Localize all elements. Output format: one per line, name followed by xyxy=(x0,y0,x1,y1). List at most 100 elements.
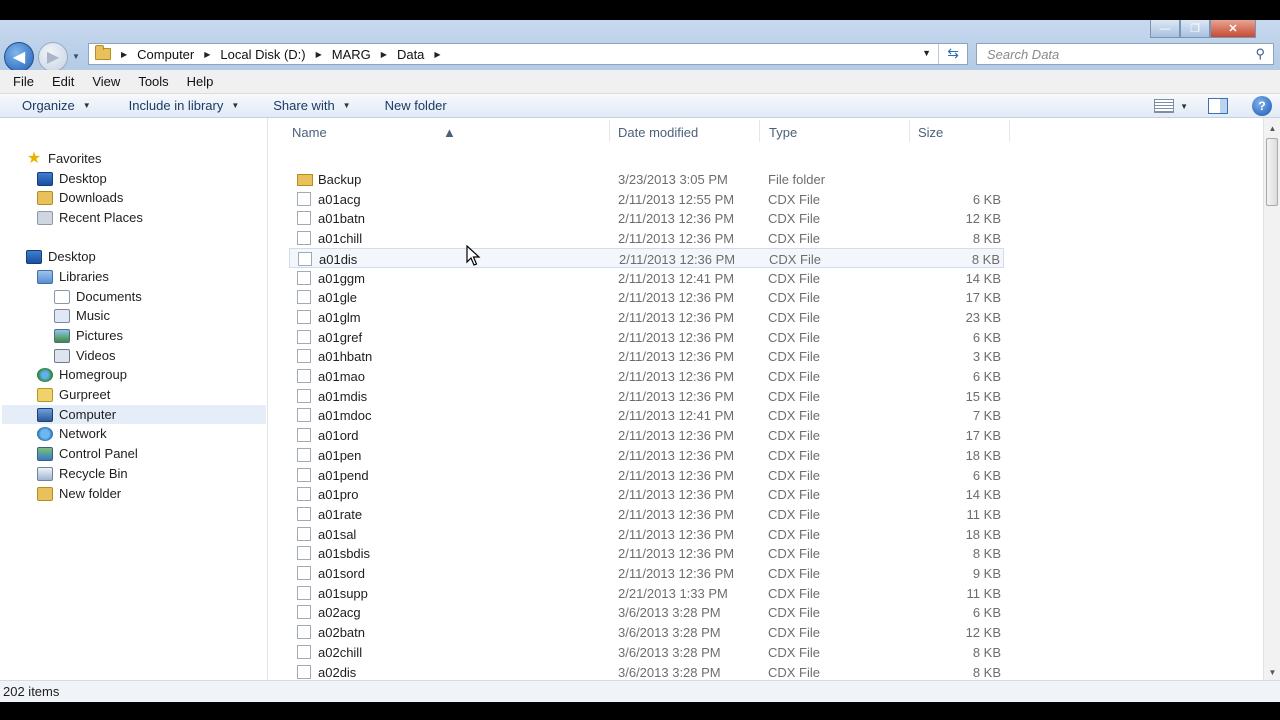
menu-edit[interactable]: Edit xyxy=(43,74,83,89)
nav-desktop[interactable]: Desktop xyxy=(26,247,96,266)
file-row[interactable]: a01sord 2/11/2013 12:36 PM CDX File 9 KB xyxy=(289,563,1004,583)
nav-control-panel[interactable]: Control Panel xyxy=(37,444,138,463)
scroll-down-icon[interactable]: ▼ xyxy=(1264,664,1280,680)
file-row[interactable]: a01hbatn 2/11/2013 12:36 PM CDX File 3 KB xyxy=(289,346,1004,366)
nav-computer[interactable]: Computer xyxy=(2,405,266,424)
file-icon xyxy=(297,585,311,600)
breadcrumb-computer[interactable]: Computer xyxy=(137,47,194,62)
file-type: CDX File xyxy=(768,506,821,522)
folder-icon xyxy=(37,486,53,501)
column-divider[interactable] xyxy=(759,120,760,142)
maximize-button[interactable]: ❐ xyxy=(1180,20,1210,38)
user-folder-icon xyxy=(37,387,53,402)
scroll-up-icon[interactable]: ▲ xyxy=(1264,120,1280,136)
chevron-right-icon[interactable]: ▶ xyxy=(381,50,387,59)
file-row[interactable]: a01acg 2/11/2013 12:55 PM CDX File 6 KB xyxy=(289,189,1004,209)
file-row[interactable]: a01glm 2/11/2013 12:36 PM CDX File 23 KB xyxy=(289,307,1004,327)
file-row[interactable]: a01ord 2/11/2013 12:36 PM CDX File 17 KB xyxy=(289,425,1004,445)
search-input[interactable]: Search Data ⚲ xyxy=(976,43,1274,65)
file-row[interactable]: a01sbdis 2/11/2013 12:36 PM CDX File 8 KB xyxy=(289,543,1004,563)
file-row[interactable]: a01pen 2/11/2013 12:36 PM CDX File 18 KB xyxy=(289,445,1004,465)
recent-pages-dropdown[interactable]: ▼ xyxy=(72,52,80,61)
menu-help[interactable]: Help xyxy=(178,74,223,89)
chevron-down-icon[interactable]: ▼ xyxy=(1180,102,1188,111)
nav-downloads[interactable]: Downloads xyxy=(37,188,123,207)
close-button[interactable]: ✕ xyxy=(1210,20,1256,38)
nav-new-folder[interactable]: New folder xyxy=(37,484,121,503)
file-row[interactable]: a01supp 2/21/2013 1:33 PM CDX File 11 KB xyxy=(289,583,1004,603)
file-row[interactable]: a01mao 2/11/2013 12:36 PM CDX File 6 KB xyxy=(289,366,1004,386)
chevron-right-icon[interactable]: ▶ xyxy=(204,50,210,59)
file-row[interactable]: a01rate 2/11/2013 12:36 PM CDX File 11 KB xyxy=(289,504,1004,524)
vertical-scrollbar[interactable]: ▲ ▼ xyxy=(1263,118,1280,680)
nav-label: Desktop xyxy=(59,171,107,186)
column-type[interactable]: Type xyxy=(769,125,797,140)
file-row[interactable]: a02dis 3/6/2013 3:28 PM CDX File 8 KB xyxy=(289,662,1004,681)
back-button[interactable]: ◀ xyxy=(4,42,34,72)
menu-tools[interactable]: Tools xyxy=(129,74,177,89)
file-row[interactable]: a02acg 3/6/2013 3:28 PM CDX File 6 KB xyxy=(289,602,1004,622)
breadcrumb-marg[interactable]: MARG xyxy=(332,47,371,62)
file-date-modified: 2/21/2013 1:33 PM xyxy=(618,585,728,601)
search-icon[interactable]: ⚲ xyxy=(1255,46,1265,62)
file-row[interactable]: a02batn 3/6/2013 3:28 PM CDX File 12 KB xyxy=(289,622,1004,642)
change-view-icon[interactable] xyxy=(1154,99,1175,113)
column-size[interactable]: Size xyxy=(918,125,943,140)
nav-homegroup[interactable]: Homegroup xyxy=(37,365,127,384)
file-row[interactable]: a01pend 2/11/2013 12:36 PM CDX File 6 KB xyxy=(289,465,1004,485)
preview-pane-icon[interactable] xyxy=(1208,98,1228,114)
nav-videos[interactable]: Videos xyxy=(54,346,116,365)
menu-file[interactable]: File xyxy=(4,74,43,89)
breadcrumb-local-disk[interactable]: Local Disk (D:) xyxy=(220,47,305,62)
chevron-right-icon[interactable]: ▶ xyxy=(316,50,322,59)
file-icon xyxy=(297,546,311,561)
nav-desktop-favorite[interactable]: Desktop xyxy=(37,169,107,188)
address-field[interactable]: ▶ Computer ▶ Local Disk (D:) ▶ MARG ▶ Da… xyxy=(88,43,968,65)
file-row[interactable]: a01batn 2/11/2013 12:36 PM CDX File 12 KB xyxy=(289,208,1004,228)
breadcrumb-data[interactable]: Data xyxy=(397,47,424,62)
file-row[interactable]: a01ggm 2/11/2013 12:41 PM CDX File 14 KB xyxy=(289,268,1004,288)
column-divider[interactable] xyxy=(909,120,910,142)
organize-button[interactable]: Organize ▼ xyxy=(0,98,99,113)
share-with-button[interactable]: Share with ▼ xyxy=(247,98,358,113)
scroll-thumb[interactable] xyxy=(1266,138,1278,206)
chevron-right-icon[interactable]: ▶ xyxy=(434,50,440,59)
file-row[interactable]: a01chill 2/11/2013 12:36 PM CDX File 8 KB xyxy=(289,228,1004,248)
chevron-right-icon[interactable]: ▶ xyxy=(121,50,127,59)
column-date-modified[interactable]: Date modified xyxy=(618,125,698,140)
file-row[interactable]: a01mdis 2/11/2013 12:36 PM CDX File 15 KB xyxy=(289,386,1004,406)
forward-button[interactable]: ▶ xyxy=(38,42,68,72)
new-folder-button[interactable]: New folder xyxy=(359,98,455,113)
nav-recycle-bin[interactable]: Recycle Bin xyxy=(37,464,128,483)
file-name: a02acg xyxy=(318,605,361,621)
file-row[interactable]: a01mdoc 2/11/2013 12:41 PM CDX File 7 KB xyxy=(289,405,1004,425)
nav-documents[interactable]: Documents xyxy=(54,287,142,306)
nav-libraries[interactable]: Libraries xyxy=(37,267,109,286)
folder-row[interactable]: Backup 3/23/2013 3:05 PM File folder xyxy=(289,169,1004,189)
nav-network[interactable]: Network xyxy=(37,424,107,443)
nav-recent-places[interactable]: Recent Places xyxy=(37,208,143,227)
minimize-button[interactable]: — xyxy=(1150,20,1180,38)
file-size: 12 KB xyxy=(965,211,1001,227)
file-row[interactable]: a01pro 2/11/2013 12:36 PM CDX File 14 KB xyxy=(289,484,1004,504)
file-row[interactable]: a01gref 2/11/2013 12:36 PM CDX File 6 KB xyxy=(289,327,1004,347)
file-name: a01pro xyxy=(318,487,359,503)
menu-view[interactable]: View xyxy=(83,74,129,89)
nav-music[interactable]: Music xyxy=(54,306,110,325)
nav-favorites[interactable]: ★ Favorites xyxy=(26,149,102,168)
file-date-modified: 2/11/2013 12:55 PM xyxy=(618,191,735,207)
column-divider[interactable] xyxy=(609,120,610,142)
nav-gurpreet[interactable]: Gurpreet xyxy=(37,385,110,404)
column-divider[interactable] xyxy=(1009,120,1010,142)
column-name[interactable]: Name xyxy=(292,125,327,140)
file-row[interactable]: a01gle 2/11/2013 12:36 PM CDX File 17 KB xyxy=(289,287,1004,307)
file-row[interactable]: a01sal 2/11/2013 12:36 PM CDX File 18 KB xyxy=(289,524,1004,544)
file-row[interactable]: a02chill 3/6/2013 3:28 PM CDX File 8 KB xyxy=(289,642,1004,662)
refresh-icon[interactable]: ⇆ xyxy=(947,45,959,62)
address-history-dropdown[interactable]: ▼ xyxy=(922,48,931,58)
nav-pictures[interactable]: Pictures xyxy=(54,326,123,345)
file-size: 8 KB xyxy=(971,251,1000,267)
help-icon[interactable]: ? xyxy=(1252,96,1272,116)
include-in-library-button[interactable]: Include in library ▼ xyxy=(99,98,248,113)
file-row[interactable]: a01dis 2/11/2013 12:36 PM CDX File 8 KB xyxy=(289,247,1004,268)
